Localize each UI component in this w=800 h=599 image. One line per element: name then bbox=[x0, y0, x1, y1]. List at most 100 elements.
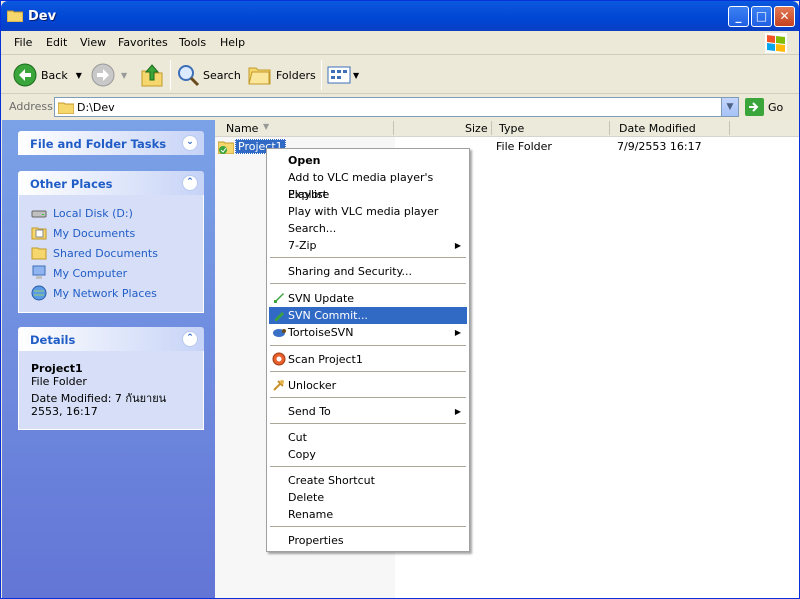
menu-item-label: Unlocker bbox=[288, 379, 337, 392]
my-documents-icon bbox=[31, 227, 47, 240]
menu-item-explore[interactable]: Explore bbox=[269, 186, 467, 203]
place-label: Shared Documents bbox=[53, 246, 158, 260]
shared-folder-icon bbox=[31, 247, 47, 260]
search-icon bbox=[178, 65, 200, 87]
forward-arrow-icon bbox=[91, 63, 115, 87]
menu-edit[interactable]: Edit bbox=[46, 36, 67, 49]
menu-help[interactable]: Help bbox=[220, 36, 245, 49]
column-date[interactable]: Date Modified bbox=[619, 122, 696, 135]
menu-item-vlc-add[interactable]: Add to VLC media player's Playlist bbox=[269, 169, 467, 201]
panel-title: Other Places bbox=[30, 177, 113, 191]
details-name: Project1 bbox=[31, 362, 83, 375]
up-button[interactable] bbox=[141, 62, 163, 88]
file-type: File Folder bbox=[496, 140, 552, 153]
tortoisesvn-icon bbox=[273, 329, 286, 337]
menu-item-svn-commit[interactable]: SVN Commit... bbox=[269, 307, 467, 324]
menu-favorites[interactable]: Favorites bbox=[118, 36, 168, 49]
menu-file[interactable]: File bbox=[14, 36, 32, 49]
file-folder-tasks-panel: File and Folder Tasks ⌄ bbox=[18, 131, 204, 155]
menu-item-send-to[interactable]: Send To ▶ bbox=[269, 403, 467, 420]
search-button[interactable]: Search bbox=[176, 62, 241, 88]
folder-icon bbox=[7, 10, 23, 22]
maximize-button[interactable]: □ bbox=[751, 6, 772, 27]
back-dropdown-icon[interactable]: ▼ bbox=[76, 71, 82, 80]
menu-bar: File Edit View Favorites Tools Help bbox=[1, 31, 799, 55]
details-type: File Folder bbox=[31, 375, 87, 388]
place-label: Local Disk (D:) bbox=[53, 206, 133, 220]
address-dropdown-button[interactable]: ▼ bbox=[721, 98, 738, 116]
menu-item-create-shortcut[interactable]: Create Shortcut bbox=[269, 472, 467, 489]
menu-item-properties[interactable]: Properties bbox=[269, 532, 467, 549]
place-local-disk[interactable]: Local Disk (D:) bbox=[31, 203, 203, 223]
place-my-computer[interactable]: My Computer bbox=[31, 263, 203, 283]
menu-item-tortoisesvn[interactable]: TortoiseSVN ▶ bbox=[269, 324, 467, 341]
place-my-documents[interactable]: My Documents bbox=[31, 223, 203, 243]
views-button[interactable]: ▼ bbox=[327, 62, 359, 88]
details-header[interactable]: Details ⌃ bbox=[18, 327, 204, 351]
back-button[interactable]: Back ▼ bbox=[13, 62, 82, 88]
submenu-arrow-icon: ▶ bbox=[454, 241, 461, 250]
details-panel: Details ⌃ Project1 File Folder Date Modi… bbox=[18, 327, 204, 430]
column-type[interactable]: Type bbox=[499, 122, 524, 135]
menu-item-label: Scan Project1 bbox=[288, 353, 363, 366]
menu-item-search[interactable]: Search... bbox=[269, 220, 467, 237]
menu-item-delete[interactable]: Delete bbox=[269, 489, 467, 506]
back-label: Back bbox=[41, 68, 68, 82]
other-places-header[interactable]: Other Places ⌃ bbox=[18, 171, 204, 195]
folders-icon bbox=[248, 67, 271, 85]
chevron-up-icon[interactable]: ⌃ bbox=[182, 175, 198, 191]
forward-dropdown-icon[interactable]: ▼ bbox=[121, 71, 127, 80]
folders-button[interactable]: Folders bbox=[248, 62, 316, 88]
chevron-down-icon[interactable]: ⌄ bbox=[182, 135, 198, 151]
task-pane: File and Folder Tasks ⌄ Other Places ⌃ L… bbox=[2, 120, 215, 598]
column-size[interactable]: Size bbox=[465, 122, 488, 135]
computer-icon bbox=[32, 265, 46, 279]
menu-item-label: TortoiseSVN bbox=[288, 326, 354, 339]
go-button[interactable]: Go bbox=[745, 98, 783, 116]
address-label: Address bbox=[9, 100, 53, 113]
panel-title: File and Folder Tasks bbox=[30, 137, 167, 151]
menu-item-rename[interactable]: Rename bbox=[269, 506, 467, 523]
other-places-panel: Other Places ⌃ Local Disk (D:) My Docume… bbox=[18, 171, 204, 313]
minimize-button[interactable]: _ bbox=[728, 6, 749, 27]
menu-item-sharing[interactable]: Sharing and Security... bbox=[269, 263, 467, 280]
address-input[interactable]: D:\Dev ▼ bbox=[54, 97, 739, 117]
title-bar[interactable]: Dev _ □ ✕ bbox=[1, 1, 799, 31]
forward-button[interactable]: ▼ bbox=[91, 62, 127, 88]
go-arrow-icon bbox=[745, 98, 764, 116]
place-label: My Computer bbox=[53, 266, 128, 280]
close-button[interactable]: ✕ bbox=[774, 6, 795, 27]
svn-update-icon bbox=[274, 293, 284, 303]
menu-tools[interactable]: Tools bbox=[179, 36, 206, 49]
column-header: Name ▼ Size Type Date Modified bbox=[215, 120, 799, 137]
menu-item-copy[interactable]: Copy bbox=[269, 446, 467, 463]
address-bar: Address D:\Dev ▼ Go bbox=[1, 95, 799, 119]
place-my-network-places[interactable]: My Network Places bbox=[31, 283, 203, 303]
menu-item-svn-update[interactable]: SVN Update bbox=[269, 290, 467, 307]
menu-item-label: SVN Update bbox=[288, 292, 355, 305]
submenu-arrow-icon: ▶ bbox=[454, 328, 461, 337]
toolbar: Back ▼ ▼ Search Folders ▼ bbox=[1, 56, 799, 94]
column-name[interactable]: Name bbox=[226, 122, 258, 135]
file-date: 7/9/2553 16:17 bbox=[617, 140, 702, 153]
place-label: My Network Places bbox=[53, 286, 157, 300]
menu-item-open[interactable]: Open bbox=[269, 152, 467, 169]
chevron-up-icon[interactable]: ⌃ bbox=[182, 331, 198, 347]
menu-item-label: SVN Commit... bbox=[288, 309, 368, 322]
menu-item-scan[interactable]: Scan Project1 bbox=[269, 351, 467, 368]
go-label: Go bbox=[768, 100, 784, 114]
menu-item-unlocker[interactable]: Unlocker bbox=[269, 377, 467, 394]
file-folder-tasks-header[interactable]: File and Folder Tasks ⌄ bbox=[18, 131, 204, 155]
panel-title: Details bbox=[30, 333, 76, 347]
menu-view[interactable]: View bbox=[80, 36, 106, 49]
place-label: My Documents bbox=[53, 226, 136, 240]
folders-label: Folders bbox=[276, 68, 316, 82]
menu-item-vlc-play[interactable]: Play with VLC media player bbox=[269, 203, 467, 220]
search-label: Search bbox=[203, 68, 241, 82]
views-dropdown-icon: ▼ bbox=[353, 70, 360, 80]
back-arrow-icon bbox=[13, 63, 37, 87]
network-icon bbox=[31, 285, 47, 301]
place-shared-documents[interactable]: Shared Documents bbox=[31, 243, 203, 263]
menu-item-7zip[interactable]: 7-Zip ▶ bbox=[269, 237, 467, 254]
menu-item-cut[interactable]: Cut bbox=[269, 429, 467, 446]
